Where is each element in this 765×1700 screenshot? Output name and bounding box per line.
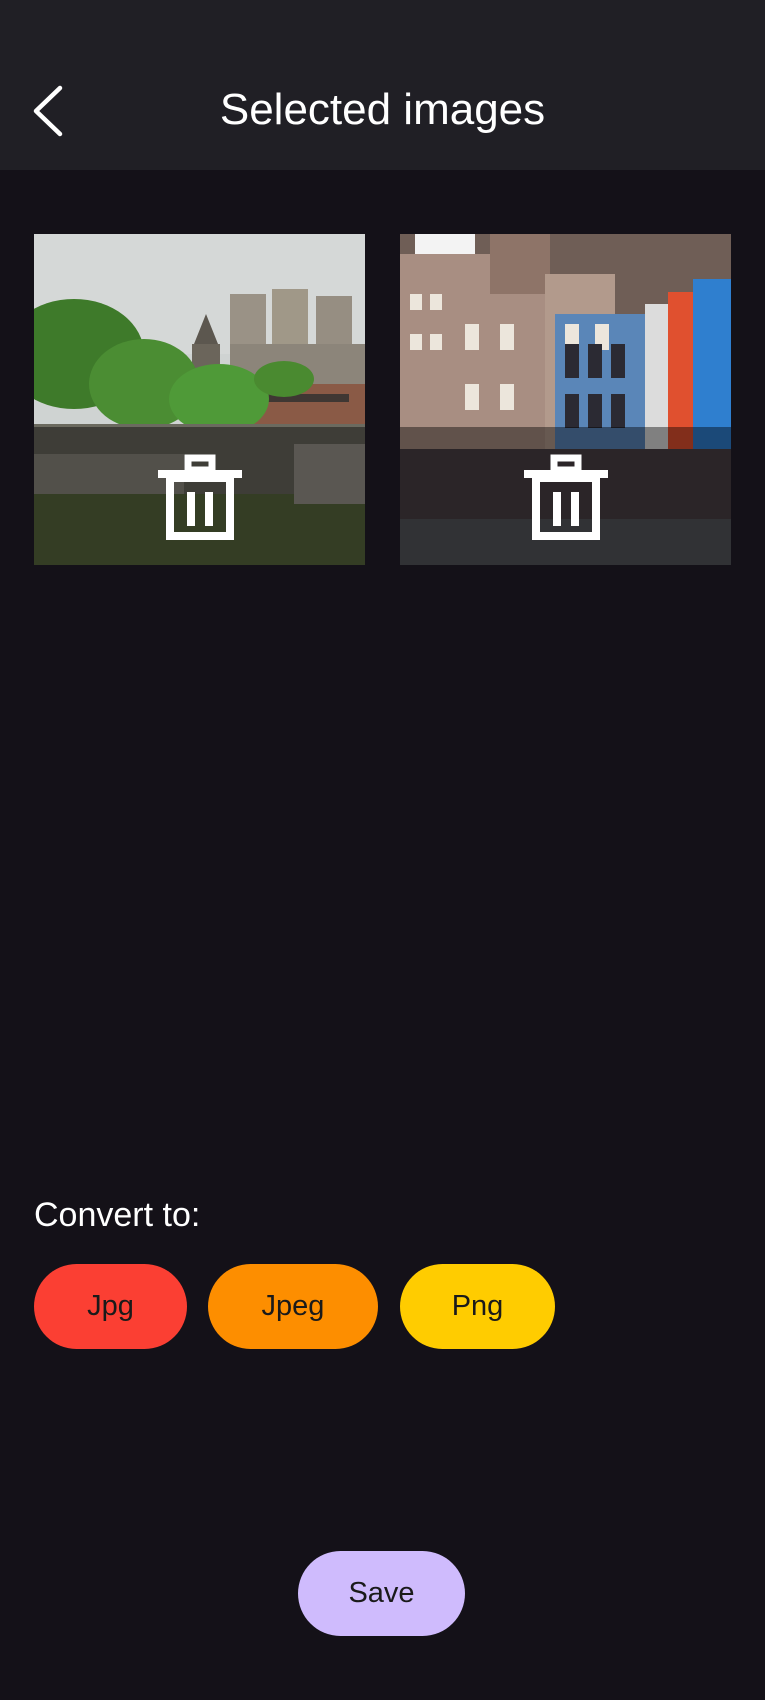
save-button[interactable]: Save xyxy=(298,1551,465,1636)
delete-image-button[interactable] xyxy=(400,427,731,565)
trash-icon xyxy=(524,454,608,540)
delete-image-button[interactable] xyxy=(34,427,365,565)
format-png-button[interactable]: Png xyxy=(400,1264,555,1349)
format-jpg-button[interactable]: Jpg xyxy=(34,1264,187,1349)
trash-icon xyxy=(158,454,242,540)
app-bar: Selected images xyxy=(0,0,765,170)
convert-label: Convert to: xyxy=(34,1196,201,1234)
image-thumbnail[interactable] xyxy=(400,234,731,565)
format-jpeg-button[interactable]: Jpeg xyxy=(208,1264,378,1349)
page-title: Selected images xyxy=(219,85,546,134)
image-thumbnail[interactable] xyxy=(34,234,365,565)
